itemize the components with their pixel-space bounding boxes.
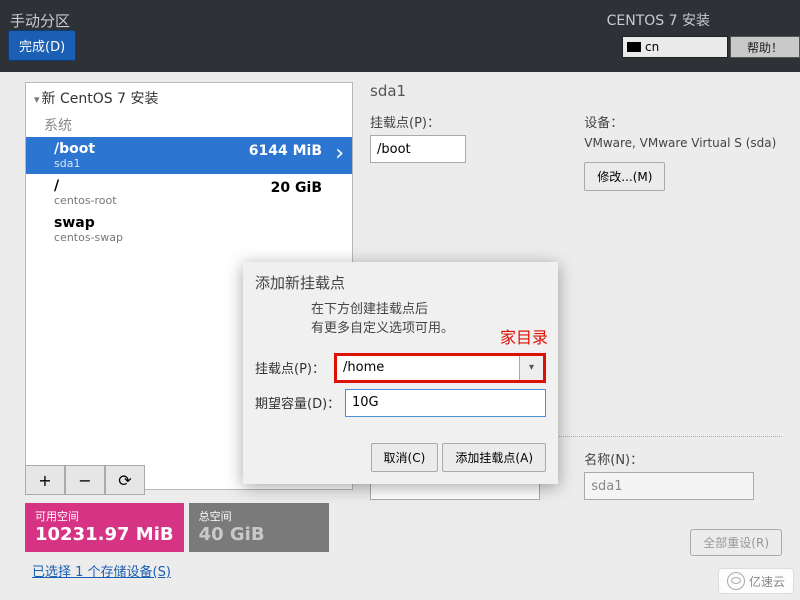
dialog-mount-input[interactable]	[337, 356, 519, 380]
installer-title: CENTOS 7 安装	[607, 10, 710, 30]
top-bar: 手动分区 完成(D) CENTOS 7 安装 cn 帮助！	[0, 0, 800, 72]
dialog-add-button[interactable]: 添加挂载点(A)	[442, 443, 546, 472]
watermark-text: 亿速云	[749, 573, 785, 590]
dialog-mount-label: 挂载点(P)：	[255, 358, 334, 377]
keyboard-icon	[627, 42, 641, 52]
help-button[interactable]: 帮助！	[730, 36, 800, 58]
chevron-down-icon[interactable]	[519, 356, 543, 380]
done-button[interactable]: 完成(D)	[8, 30, 76, 61]
dialog-annotation: 家目录	[500, 324, 548, 348]
keyboard-selector[interactable]: cn	[622, 36, 728, 58]
dialog-title: 添加新挂载点	[243, 262, 558, 297]
watermark-icon	[727, 572, 745, 590]
dialog-mount-combo[interactable]	[334, 353, 546, 383]
page-title: 手动分区	[10, 10, 70, 31]
watermark: 亿速云	[718, 568, 794, 594]
dialog-capacity-label: 期望容量(D)：	[255, 393, 345, 412]
dialog-overlay: 添加新挂载点 在下方创建挂载点后 有更多自定义选项可用。 家目录 挂载点(P)：…	[0, 72, 800, 600]
main-area: 新 CentOS 7 安装 系统 /boot sda1 6144 MiB / c…	[0, 72, 800, 600]
add-mountpoint-dialog: 添加新挂载点 在下方创建挂载点后 有更多自定义选项可用。 家目录 挂载点(P)：…	[243, 262, 558, 484]
keyboard-layout-label: cn	[645, 40, 659, 54]
dialog-cancel-button[interactable]: 取消(C)	[371, 443, 439, 472]
dialog-capacity-input[interactable]	[345, 389, 546, 417]
